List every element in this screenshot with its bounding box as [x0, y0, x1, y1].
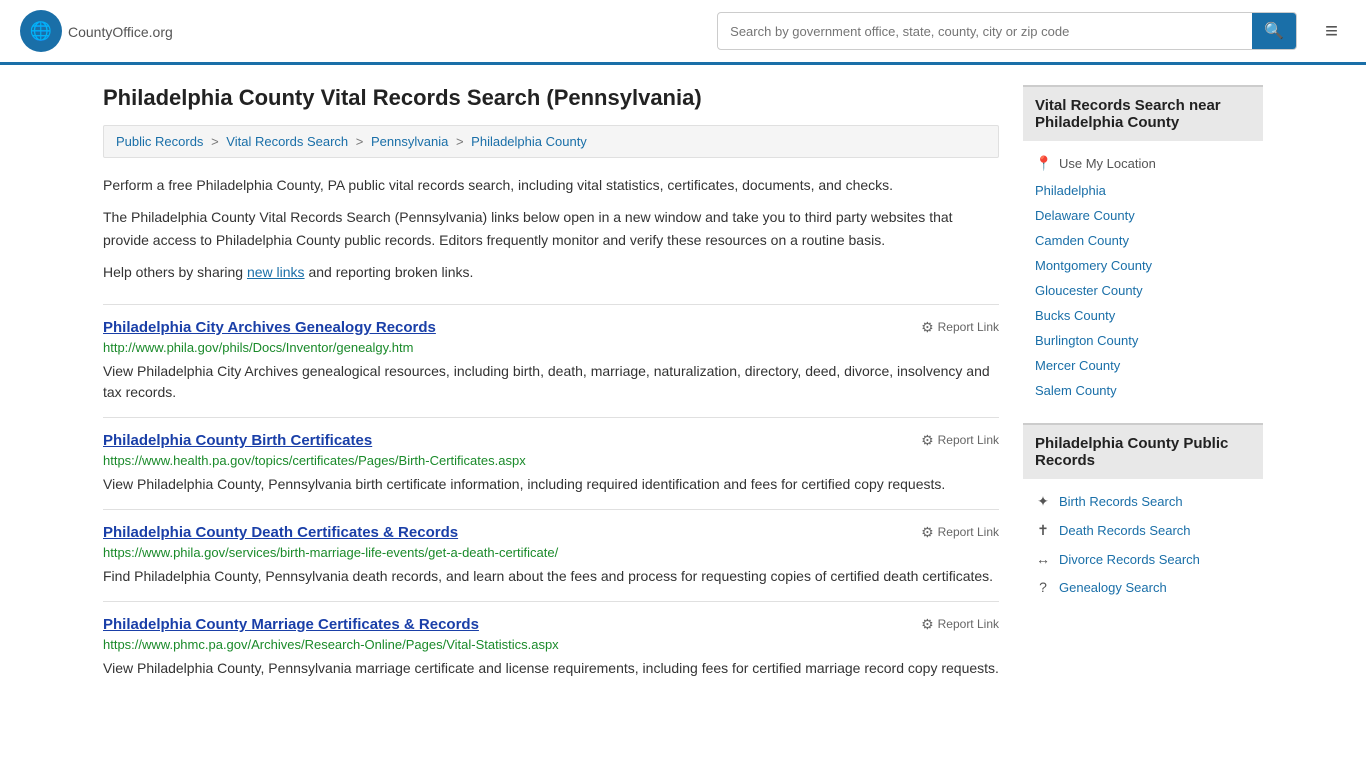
nearby-link[interactable]: Delaware County: [1023, 203, 1263, 228]
breadcrumb-public-records[interactable]: Public Records: [116, 134, 203, 149]
nearby-section-header: Vital Records Search near Philadelphia C…: [1023, 85, 1263, 141]
public-record-item[interactable]: ✝ Death Records Search: [1023, 516, 1263, 545]
nearby-link[interactable]: Salem County: [1023, 378, 1263, 403]
report-link[interactable]: ⚙ Report Link: [921, 524, 999, 541]
public-record-label: Divorce Records Search: [1059, 552, 1200, 567]
description-2: The Philadelphia County Vital Records Se…: [103, 206, 999, 251]
record-title[interactable]: Philadelphia County Birth Certificates: [103, 432, 372, 449]
record-desc: Find Philadelphia County, Pennsylvania d…: [103, 566, 999, 587]
public-record-label: Birth Records Search: [1059, 494, 1183, 509]
public-records-section: Philadelphia County Public Records ✦ Bir…: [1023, 423, 1263, 601]
nearby-link[interactable]: Burlington County: [1023, 328, 1263, 353]
record-desc: View Philadelphia County, Pennsylvania b…: [103, 474, 999, 495]
logo[interactable]: 🌐 CountyOffice.org: [20, 10, 173, 52]
nearby-section: Vital Records Search near Philadelphia C…: [1023, 85, 1263, 403]
records-container: Philadelphia City Archives Genealogy Rec…: [103, 304, 999, 693]
help-text: Help others by sharing new links and rep…: [103, 261, 999, 283]
content-area: Philadelphia County Vital Records Search…: [103, 85, 999, 693]
breadcrumb-pennsylvania[interactable]: Pennsylvania: [371, 134, 448, 149]
report-icon: ⚙: [921, 432, 934, 449]
record-entry: Philadelphia County Death Certificates &…: [103, 509, 999, 601]
record-url[interactable]: https://www.phmc.pa.gov/Archives/Researc…: [103, 637, 999, 652]
public-record-item[interactable]: ✦ Birth Records Search: [1023, 487, 1263, 516]
record-desc: View Philadelphia County, Pennsylvania m…: [103, 658, 999, 679]
search-button[interactable]: 🔍: [1252, 13, 1296, 49]
breadcrumb-philadelphia[interactable]: Philadelphia County: [471, 134, 587, 149]
logo-text: CountyOffice.org: [68, 20, 173, 42]
nearby-link[interactable]: Gloucester County: [1023, 278, 1263, 303]
report-link[interactable]: ⚙ Report Link: [921, 432, 999, 449]
search-input[interactable]: [718, 16, 1252, 47]
record-url[interactable]: http://www.phila.gov/phils/Docs/Inventor…: [103, 340, 999, 355]
header: 🌐 CountyOffice.org 🔍 ≡: [0, 0, 1366, 65]
report-icon: ⚙: [921, 319, 934, 336]
page-title: Philadelphia County Vital Records Search…: [103, 85, 999, 111]
death-icon: ✝: [1035, 522, 1051, 539]
nearby-link[interactable]: Montgomery County: [1023, 253, 1263, 278]
record-entry: Philadelphia County Marriage Certificate…: [103, 601, 999, 693]
logo-icon: 🌐: [20, 10, 62, 52]
record-title[interactable]: Philadelphia City Archives Genealogy Rec…: [103, 319, 436, 336]
public-record-item[interactable]: ↔ Divorce Records Search: [1023, 545, 1263, 573]
record-desc: View Philadelphia City Archives genealog…: [103, 361, 999, 403]
report-icon: ⚙: [921, 616, 934, 633]
nearby-link[interactable]: Mercer County: [1023, 353, 1263, 378]
use-location-label: Use My Location: [1059, 156, 1156, 171]
genealogy-icon: ?: [1035, 579, 1051, 595]
sidebar: Vital Records Search near Philadelphia C…: [1023, 85, 1263, 693]
record-entry: Philadelphia City Archives Genealogy Rec…: [103, 304, 999, 417]
report-link[interactable]: ⚙ Report Link: [921, 319, 999, 336]
nearby-link[interactable]: Camden County: [1023, 228, 1263, 253]
public-records-items: ✦ Birth Records Search ✝ Death Records S…: [1023, 487, 1263, 601]
record-title[interactable]: Philadelphia County Marriage Certificate…: [103, 616, 479, 633]
breadcrumb: Public Records > Vital Records Search > …: [103, 125, 999, 158]
new-links[interactable]: new links: [247, 264, 305, 280]
use-my-location[interactable]: 📍 Use My Location: [1023, 149, 1263, 178]
public-record-item[interactable]: ? Genealogy Search: [1023, 573, 1263, 601]
record-entry: Philadelphia County Birth Certificates ⚙…: [103, 417, 999, 509]
public-record-label: Death Records Search: [1059, 523, 1191, 538]
location-icon: 📍: [1035, 155, 1051, 172]
description-1: Perform a free Philadelphia County, PA p…: [103, 174, 999, 196]
record-title[interactable]: Philadelphia County Death Certificates &…: [103, 524, 458, 541]
menu-icon[interactable]: ≡: [1317, 14, 1346, 48]
divorce-icon: ↔: [1035, 551, 1051, 567]
main-container: Philadelphia County Vital Records Search…: [83, 65, 1283, 713]
report-icon: ⚙: [921, 524, 934, 541]
record-url[interactable]: https://www.health.pa.gov/topics/certifi…: [103, 453, 999, 468]
public-record-label: Genealogy Search: [1059, 580, 1167, 595]
search-bar: 🔍: [717, 12, 1297, 50]
nearby-link[interactable]: Bucks County: [1023, 303, 1263, 328]
birth-icon: ✦: [1035, 493, 1051, 510]
report-link[interactable]: ⚙ Report Link: [921, 616, 999, 633]
record-url[interactable]: https://www.phila.gov/services/birth-mar…: [103, 545, 999, 560]
breadcrumb-vital-records[interactable]: Vital Records Search: [226, 134, 348, 149]
nearby-links: PhiladelphiaDelaware CountyCamden County…: [1023, 178, 1263, 403]
nearby-link[interactable]: Philadelphia: [1023, 178, 1263, 203]
public-records-header: Philadelphia County Public Records: [1023, 423, 1263, 479]
